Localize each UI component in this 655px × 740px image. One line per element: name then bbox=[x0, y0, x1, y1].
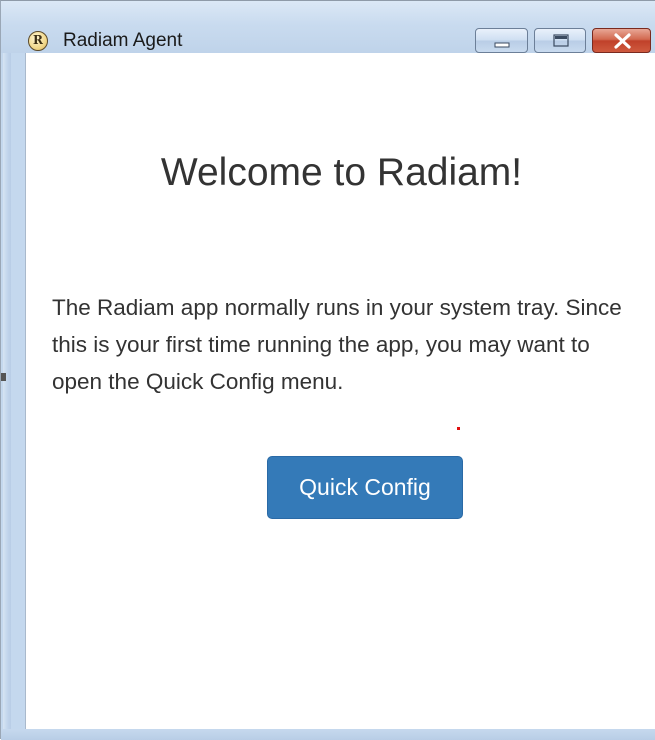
welcome-panel: Welcome to Radiam! The Radiam app normal… bbox=[25, 53, 655, 729]
maximize-icon bbox=[553, 34, 569, 47]
window-edge-marker bbox=[1, 373, 6, 381]
minimize-icon bbox=[494, 42, 510, 48]
radiam-logo-icon: R bbox=[28, 31, 48, 51]
title-bar[interactable]: R Radiam Agent bbox=[1, 1, 655, 53]
minimize-button[interactable] bbox=[475, 28, 528, 53]
cursor-marker bbox=[457, 427, 460, 430]
maximize-button[interactable] bbox=[534, 28, 586, 53]
quick-config-button[interactable]: Quick Config bbox=[267, 456, 463, 519]
logo-letter: R bbox=[33, 33, 43, 47]
window-title: Radiam Agent bbox=[63, 30, 183, 51]
app-window: R Radiam Agent Welcome to Radiam! The Ra… bbox=[0, 0, 655, 740]
close-icon bbox=[614, 33, 631, 49]
page-title: Welcome to Radiam! bbox=[160, 151, 523, 194]
window-bottom-border bbox=[1, 729, 655, 740]
close-button[interactable] bbox=[592, 28, 651, 53]
welcome-description: The Radiam app normally runs in your sys… bbox=[52, 295, 622, 394]
